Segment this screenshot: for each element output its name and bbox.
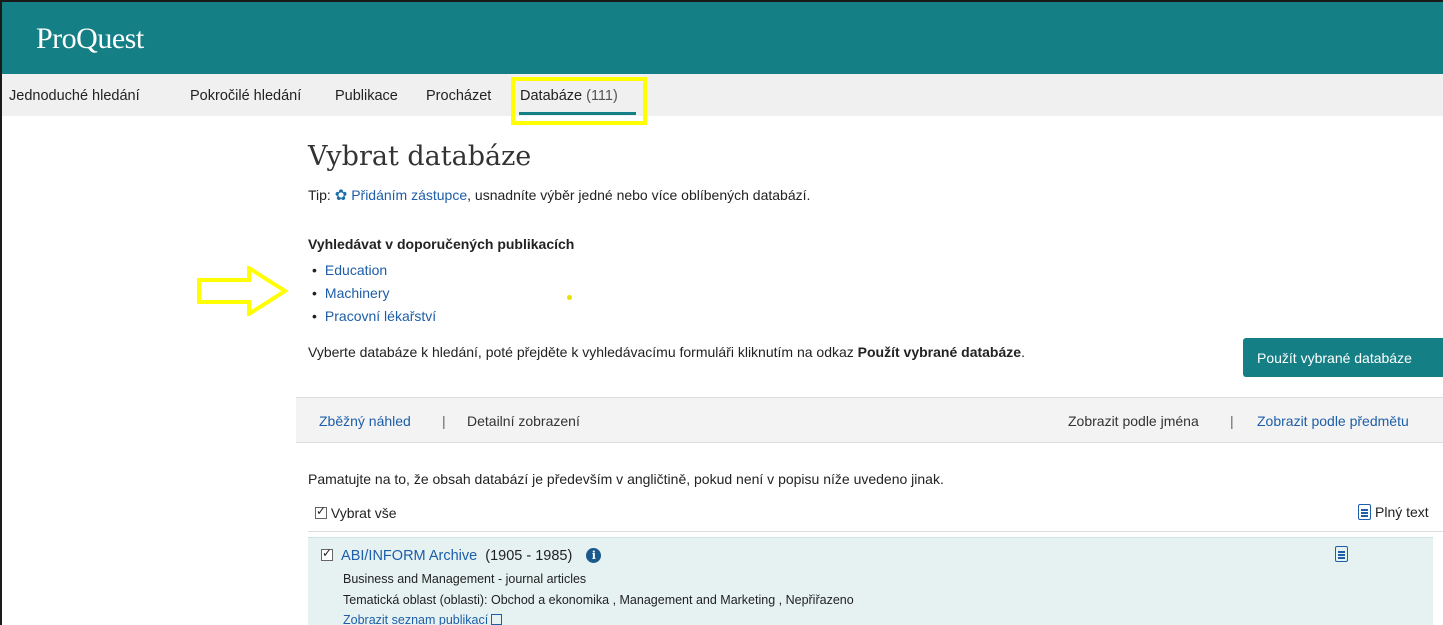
detailed-view-link[interactable]: Detailní zobrazení <box>467 413 580 429</box>
database-subjects: Tematická oblast (oblasti): Obchod a eko… <box>343 593 854 607</box>
page-title: Vybrat databáze <box>308 141 532 172</box>
nav-item-basic-search[interactable]: Jednoduché hledání <box>9 88 140 104</box>
database-years: (1905 - 1985) <box>485 548 573 564</box>
view-publication-list-link[interactable]: Zobrazit seznam publikací <box>343 613 503 625</box>
instruction-main: Vyberte databáze k hledání, poté přejdět… <box>308 344 858 360</box>
highlight-dot <box>567 295 572 300</box>
select-all[interactable]: Vybrat vše <box>315 504 397 521</box>
proquest-logo[interactable]: ProQuest <box>36 22 144 56</box>
instruction-bold: Použít vybrané databáze <box>857 344 1022 360</box>
database-description: Business and Management - journal articl… <box>343 572 587 586</box>
external-link-icon <box>491 614 503 625</box>
view-separator: | <box>442 413 446 429</box>
brief-view-link[interactable]: Zběžný náhled <box>319 413 411 429</box>
highlight-box <box>511 77 647 125</box>
sort-by-name-link[interactable]: Zobrazit podle jména <box>1068 413 1199 429</box>
database-row: ABI/INFORM Archive (1905 - 1985) i Busin… <box>308 537 1433 625</box>
full-text-header: Plný text <box>1358 504 1429 520</box>
instruction-end: . <box>1021 344 1025 360</box>
full-text-header-label: Plný text <box>1375 504 1429 520</box>
top-banner: ProQuest <box>2 2 1443 74</box>
highlight-arrow-icon <box>197 266 289 316</box>
full-text-document-icon <box>1358 504 1371 520</box>
nav-item-browse[interactable]: Procházet <box>426 88 491 104</box>
sort-separator: | <box>1230 413 1234 429</box>
main-nav: Jednoduché hledání Pokročilé hledání Pub… <box>2 74 1443 116</box>
tip-prefix: Tip: <box>308 187 331 203</box>
language-note: Pamatujte na to, že obsah databází je př… <box>308 471 944 487</box>
recommended-link-machinery[interactable]: Machinery <box>312 282 436 305</box>
select-all-checkbox[interactable] <box>315 504 327 519</box>
recommended-link-occupational-medicine[interactable]: Pracovní lékařství <box>312 305 436 328</box>
view-options-bar: Zběžný náhled | Detailní zobrazení Zobra… <box>296 397 1443 443</box>
add-shortcut-link[interactable]: Přidáním zástupce <box>351 187 467 203</box>
recommended-list: Education Machinery Pracovní lékařství <box>312 259 436 328</box>
database-title-line: ABI/INFORM Archive (1905 - 1985) i <box>321 546 602 564</box>
select-all-label: Vybrat vše <box>330 505 397 521</box>
full-text-document-icon <box>1335 546 1348 562</box>
view-publication-list-label: Zobrazit seznam publikací <box>343 613 489 625</box>
sort-by-subject-link[interactable]: Zobrazit podle předmětu <box>1257 413 1409 429</box>
info-icon[interactable]: i <box>586 548 602 563</box>
nav-item-publications[interactable]: Publikace <box>335 88 398 104</box>
recommended-link-education[interactable]: Education <box>312 259 436 282</box>
database-name-link[interactable]: ABI/INFORM Archive <box>341 548 477 564</box>
nav-item-advanced-search[interactable]: Pokročilé hledání <box>190 88 301 104</box>
instruction-text: Vyberte databáze k hledání, poté přejdět… <box>308 344 1025 360</box>
use-selected-databases-button[interactable]: Použít vybrané databáze <box>1243 338 1443 377</box>
recommended-heading: Vyhledávat v doporučených publikacích <box>308 236 575 252</box>
tip-suffix: , usnadníte výběr jedné nebo více oblíbe… <box>467 187 811 203</box>
gear-icon: ✿ <box>334 187 348 204</box>
database-checkbox[interactable] <box>321 546 333 561</box>
list-divider <box>308 531 1443 532</box>
row-full-text <box>1335 546 1352 564</box>
tip-text: Tip: ✿ Přidáním zástupce, usnadníte výbě… <box>308 186 810 204</box>
